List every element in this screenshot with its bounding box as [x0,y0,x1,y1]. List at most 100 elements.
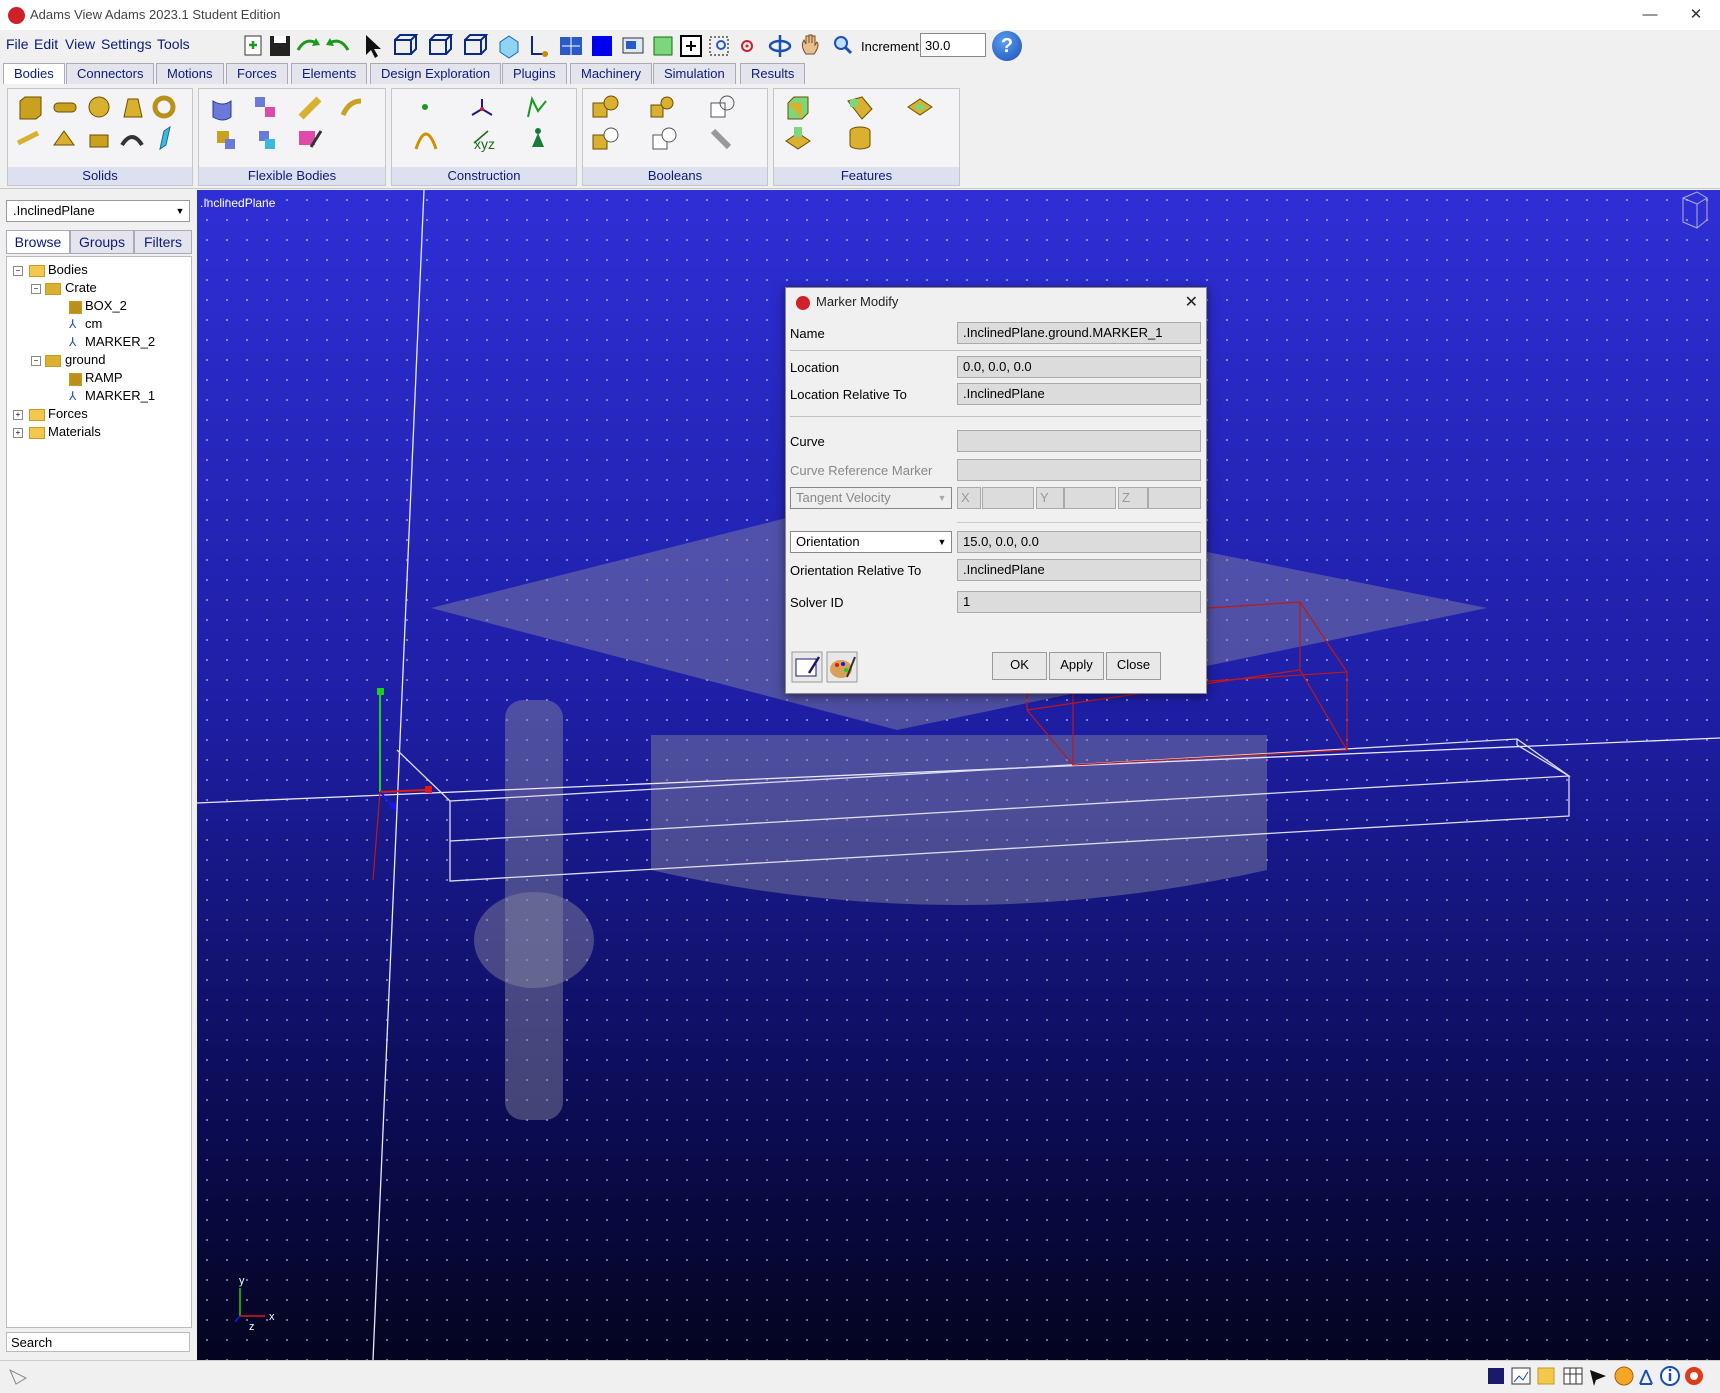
expand-icon[interactable]: + [13,410,23,420]
torus-icon[interactable] [152,95,176,119]
menu-settings[interactable]: Settings [101,36,152,52]
increment-input[interactable] [920,33,986,57]
menu-edit[interactable]: Edit [34,36,58,52]
render-mode-icon[interactable] [560,37,582,55]
frustum-icon[interactable] [123,98,143,118]
curve-reference-marker-field[interactable] [957,459,1201,481]
solver-id-field[interactable]: 1 [957,591,1201,613]
status-cursor-icon[interactable] [1590,1370,1606,1386]
edit-comments-icon[interactable] [791,651,823,683]
close-window-button[interactable]: ✕ [1673,0,1719,30]
link-icon[interactable] [16,130,40,146]
appearance-icon[interactable] [826,651,858,683]
status-screen-icon[interactable] [1488,1368,1504,1384]
menu-tools[interactable]: Tools [157,36,190,52]
discrete-link-icon[interactable] [298,96,322,120]
ok-button[interactable]: OK [992,652,1047,680]
zoom-box-icon[interactable] [709,36,729,56]
flex-body-icon[interactable] [212,100,232,121]
tangent-x-field[interactable] [982,487,1034,509]
save-icon[interactable] [270,36,290,56]
tab-forces[interactable]: Forces [226,63,288,84]
polyline-icon[interactable] [527,96,547,118]
model-select[interactable]: .InclinedPlane ▼ [6,200,190,222]
tab-bodies[interactable]: Bodies [3,63,65,84]
zoom-icon[interactable] [834,36,853,55]
box-icon[interactable] [19,96,42,120]
orientation-relative-field[interactable]: .InclinedPlane [957,559,1201,581]
location-field[interactable]: 0.0, 0.0, 0.0 [957,356,1201,378]
location-relative-field[interactable]: .InclinedPlane [957,383,1201,405]
orientation-select[interactable]: Orientation ▼ [790,531,952,553]
point-icon[interactable] [422,104,428,110]
expand-icon[interactable]: + [13,428,23,438]
status-stop-icon[interactable] [1685,1367,1703,1385]
zoom-fit-icon[interactable] [680,35,702,57]
rotate-icon[interactable] [768,35,792,57]
tab-groups[interactable]: Groups [70,230,134,254]
tab-design-exploration[interactable]: Design Exploration [370,63,502,84]
select-arrow-icon[interactable] [366,35,381,58]
tab-browse[interactable]: Browse [6,230,70,254]
boolean-merge-icon[interactable] [650,96,674,118]
extrusion-icon[interactable] [89,134,109,148]
collapse-icon[interactable]: − [13,266,23,276]
minimize-button[interactable]: — [1627,0,1673,30]
boolean-intersect-icon[interactable] [710,95,735,118]
fillet-icon[interactable] [847,96,873,120]
marker-icon[interactable] [471,99,493,116]
view-top-icon[interactable] [429,34,454,55]
chamfer-icon[interactable] [787,96,809,120]
tab-plugins[interactable]: Plugins [502,63,567,84]
boolean-union-icon[interactable] [592,95,619,118]
plate-icon[interactable] [53,130,75,146]
hole-icon[interactable] [907,98,933,116]
tangent-velocity-select[interactable]: Tangent Velocity ▼ [790,487,952,509]
tab-simulation[interactable]: Simulation [653,63,736,84]
flex-swap-icon[interactable] [255,97,275,117]
fit-icon[interactable] [653,36,673,56]
status-triad-icon[interactable] [1639,1369,1653,1385]
flex-beam-icon[interactable] [340,98,362,117]
tangent-z-field[interactable] [1148,487,1201,509]
dialog-close-icon[interactable]: ✕ [1185,292,1198,312]
sphere-icon[interactable] [88,96,110,118]
collapse-icon[interactable]: − [31,284,41,294]
design-point-icon[interactable] [532,128,544,147]
orientation-field[interactable]: 15.0, 0.0, 0.0 [957,531,1201,553]
tab-machinery[interactable]: Machinery [570,63,652,84]
close-button[interactable]: Close [1106,652,1161,680]
tab-motions[interactable]: Motions [156,63,224,84]
help-icon[interactable]: ? [992,31,1022,61]
collapse-icon[interactable]: − [31,356,41,366]
new-model-icon[interactable] [244,35,262,56]
curve-field[interactable] [957,430,1201,452]
cylinder-icon[interactable] [53,102,77,113]
undo-icon[interactable] [296,38,320,51]
view-iso-icon[interactable] [499,35,519,59]
revolution-icon[interactable] [120,135,144,147]
arc-icon[interactable] [414,132,438,150]
color-icon[interactable] [592,36,612,56]
shell-icon[interactable] [849,126,871,150]
triad-icon[interactable] [531,36,548,57]
pan-hand-icon[interactable] [801,34,819,55]
boolean-chain-icon[interactable] [710,128,732,150]
name-field[interactable]: .InclinedPlane.ground.MARKER_1 [957,322,1201,344]
tab-elements[interactable]: Elements [291,63,368,84]
view-front-icon[interactable] [394,34,419,55]
center-icon[interactable] [741,40,753,52]
status-info-icon[interactable] [1660,1366,1680,1386]
status-plot-icon[interactable] [1511,1367,1531,1385]
tab-filters[interactable]: Filters [134,230,192,254]
tangent-y-field[interactable] [1064,487,1116,509]
plane-icon[interactable] [159,125,171,151]
status-folder-icon[interactable] [1537,1367,1555,1385]
view-cube-icon[interactable] [1682,191,1708,229]
screen-icon[interactable] [622,37,644,54]
boolean-split-icon[interactable] [652,127,677,150]
redo-icon[interactable] [326,38,350,51]
flex-exchange-icon[interactable] [259,131,275,149]
tab-results[interactable]: Results [740,63,806,84]
view-right-icon[interactable] [464,34,489,55]
